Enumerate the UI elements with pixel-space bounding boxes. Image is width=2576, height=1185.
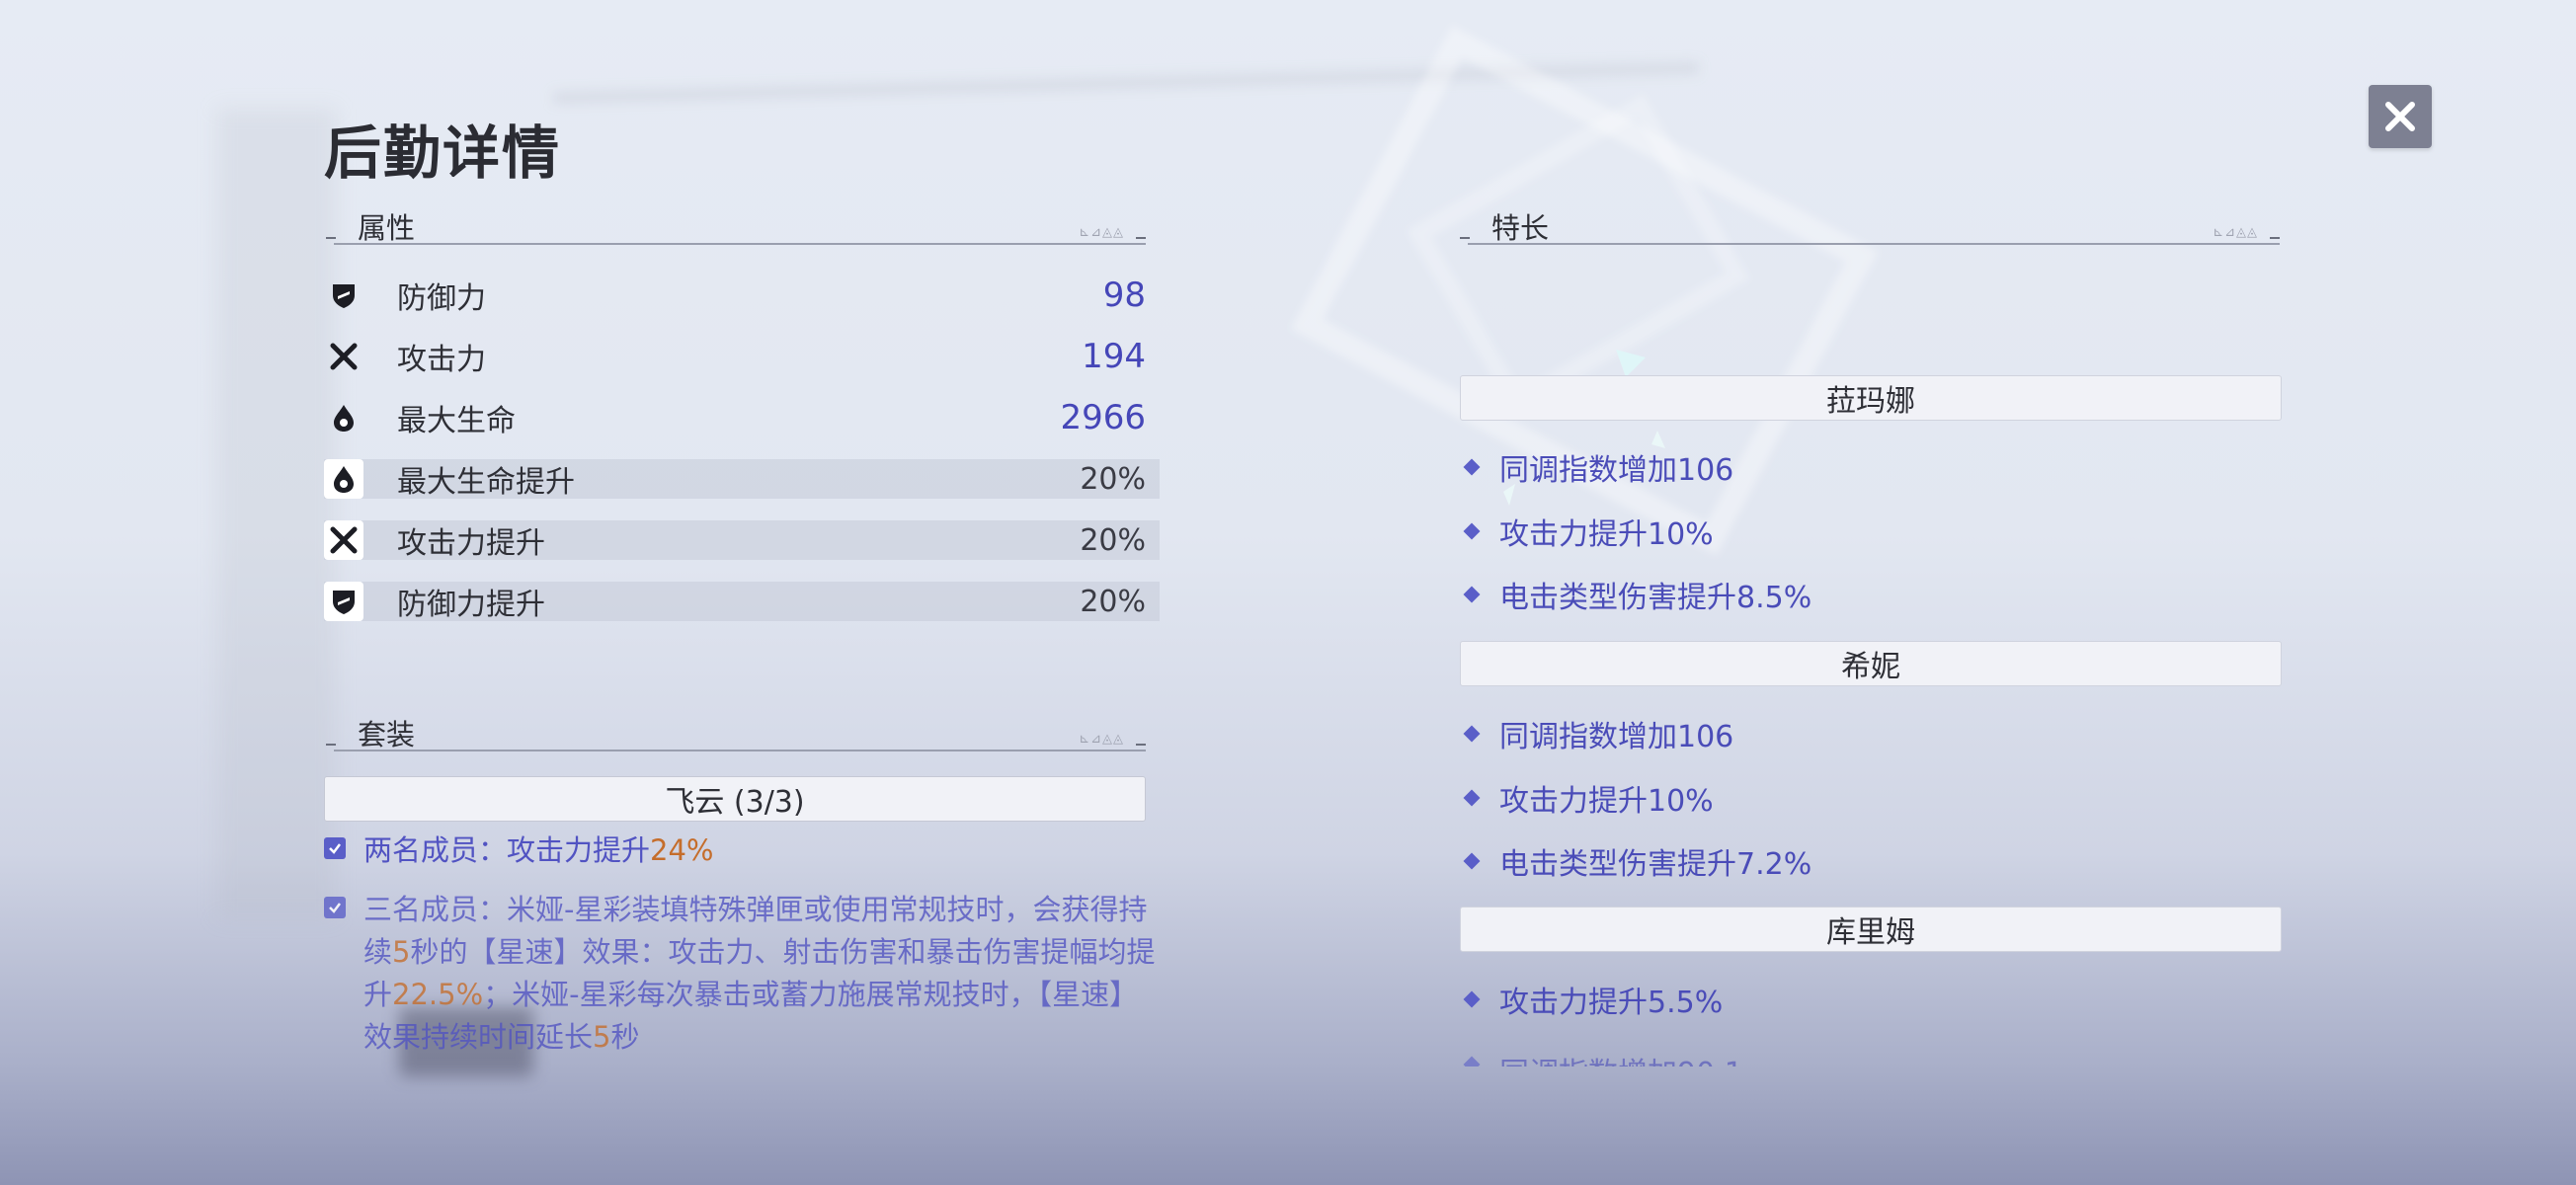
specialty-text: 攻击力提升10% [1499, 784, 1714, 819]
character-bar: 希妮 [1460, 641, 2282, 686]
diamond-bullet-icon [1463, 852, 1481, 870]
specialty-text: 攻击力提升5.5% [1499, 986, 1724, 1020]
check-icon [324, 837, 346, 859]
attributes-header: 属性 ⊾⊿◬◬ [326, 205, 1146, 245]
stat-name: 防御力提升 [397, 588, 545, 622]
background-panel [217, 109, 336, 918]
specialty-item: 电击类型伤害提升7.2% [1460, 841, 1812, 882]
specialty-text: 同调指数增加106 [1499, 453, 1734, 488]
specialty-item: 同调指数增加106 [1460, 714, 1734, 754]
specialty-item: 攻击力提升5.5% [1460, 980, 1724, 1020]
diamond-bullet-icon [1463, 522, 1481, 540]
character-name: 菈玛娜 [1826, 384, 1915, 419]
specialties-label: 特长 [1491, 211, 1550, 245]
set-bonus-text: 三名成员：米娅-星彩装填特殊弹匣或使用常规技时，会获得持续5秒的【星速】效果：攻… [363, 893, 1156, 1054]
set-name: 飞云 (3/3) [665, 785, 805, 820]
background-stripe [553, 61, 1699, 105]
diamond-bullet-icon [1463, 586, 1481, 603]
specialties-header: 特长 ⊾⊿◬◬ [1460, 205, 2280, 245]
check-icon [324, 897, 346, 918]
set-bonus-text: 两名成员：攻击力提升24% [363, 833, 714, 867]
specialty-item: 电击类型伤害提升8.5% [1460, 575, 1812, 615]
shield-icon [324, 276, 363, 315]
crossed-swords-icon [324, 337, 363, 376]
specialty-item: 攻击力提升10% [1460, 778, 1714, 819]
stat-row-max-hp-boost: 最大生命提升 20% [324, 459, 1160, 500]
stat-value: 20% [1080, 461, 1146, 497]
stat-name: 最大生命 [397, 404, 516, 438]
shield-icon [324, 582, 363, 621]
droplet-icon [324, 398, 363, 437]
specialty-text: 电击类型伤害提升7.2% [1499, 847, 1812, 882]
specialty-text: 攻击力提升10% [1499, 517, 1714, 552]
attributes-label: 属性 [358, 211, 416, 245]
character-bar: 菈玛娜 [1460, 375, 2282, 421]
set-bonus-2pc: 两名成员：攻击力提升24% [324, 830, 1164, 872]
close-icon [2385, 102, 2415, 131]
diamond-bullet-icon [1463, 725, 1481, 743]
specialty-item[interactable]: 同调指数增加90.1 [1460, 1045, 1743, 1066]
stat-row-max-hp: 最大生命 2966 [324, 398, 1160, 438]
set-header: 套装 ⊾⊿◬◬ [326, 712, 1146, 751]
stat-name: 最大生命提升 [397, 465, 575, 500]
stat-value: 194 [1082, 337, 1146, 376]
diamond-bullet-icon [1463, 458, 1481, 476]
character-bar: 库里姆 [1460, 907, 2282, 952]
stat-name: 攻击力提升 [397, 526, 545, 561]
stat-row-defense: 防御力 98 [324, 276, 1160, 316]
specialty-item: 攻击力提升10% [1460, 512, 1714, 552]
set-label: 套装 [358, 718, 416, 751]
specialty-text: 同调指数增加90.1 [1499, 1049, 1743, 1066]
specialty-text: 电击类型伤害提升8.5% [1499, 581, 1812, 615]
stat-row-attack: 攻击力 194 [324, 337, 1160, 377]
droplet-icon [324, 459, 363, 499]
specialty-text: 同调指数增加106 [1499, 720, 1734, 754]
stat-value: 20% [1080, 522, 1146, 558]
set-name-bar: 飞云 (3/3) [324, 776, 1146, 822]
stat-value: 20% [1080, 584, 1146, 619]
stat-value: 98 [1102, 276, 1146, 315]
set-bonus-3pc: 三名成员：米娅-星彩装填特殊弹匣或使用常规技时，会获得持续5秒的【星速】效果：攻… [324, 889, 1164, 1059]
close-button[interactable] [2369, 85, 2432, 148]
stat-value: 2966 [1060, 398, 1146, 437]
crossed-swords-icon [324, 520, 363, 560]
diamond-bullet-icon [1463, 789, 1481, 807]
background-emblem-inner [1407, 94, 1750, 416]
stat-row-defense-boost: 防御力提升 20% [324, 582, 1160, 622]
diamond-bullet-icon [1463, 990, 1481, 1008]
stat-name: 攻击力 [397, 343, 486, 377]
diamond-bullet-icon [1463, 1056, 1481, 1066]
stat-row-attack-boost: 攻击力提升 20% [324, 520, 1160, 561]
stat-name: 防御力 [397, 281, 486, 316]
character-name: 希妮 [1841, 650, 1900, 684]
character-name: 库里姆 [1826, 915, 1915, 950]
page-title: 后勤详情 [324, 119, 562, 187]
specialty-item: 同调指数增加106 [1460, 447, 1734, 488]
